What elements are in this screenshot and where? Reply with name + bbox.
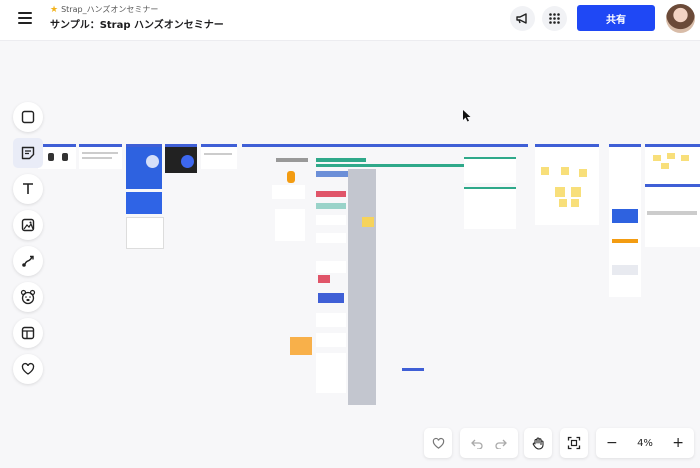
hamburger-menu-icon[interactable] — [18, 12, 32, 24]
board-frame[interactable] — [38, 144, 76, 169]
breadcrumb[interactable]: ★ Strap_ハンズオンセミナー — [50, 4, 158, 15]
image-tool[interactable] — [13, 210, 43, 240]
mouse-cursor-icon — [463, 110, 471, 122]
zoom-control: − 4% + — [596, 428, 694, 458]
board-frame[interactable] — [79, 144, 122, 169]
top-bar: ★ Strap_ハンズオンセミナー サンプル：Strap ハンズオンセミナー 共… — [0, 0, 700, 41]
slide-thumbnail[interactable] — [126, 171, 162, 189]
reaction-button[interactable] — [424, 428, 452, 458]
sticky-note-tool[interactable] — [13, 138, 43, 168]
zoom-in-button[interactable]: + — [672, 435, 684, 451]
connector-tool[interactable] — [13, 246, 43, 276]
template-tool[interactable] — [13, 318, 43, 348]
board-frame[interactable] — [165, 144, 197, 173]
slide-thumbnail[interactable] — [126, 192, 162, 214]
announcement-button[interactable] — [510, 6, 535, 31]
text-icon — [23, 183, 33, 194]
heart-icon — [21, 362, 35, 375]
fit-to-screen-button[interactable] — [560, 428, 588, 458]
apps-button[interactable] — [542, 6, 567, 31]
grid-dots-icon — [549, 13, 560, 24]
board-frame[interactable] — [645, 144, 700, 187]
undo-redo-group — [460, 428, 518, 458]
text-tool[interactable] — [13, 174, 43, 204]
redo-button[interactable] — [495, 434, 508, 453]
board-frame[interactable] — [609, 144, 641, 297]
board-frame[interactable] — [645, 184, 700, 247]
fit-screen-icon — [567, 436, 581, 450]
star-icon: ★ — [50, 4, 59, 15]
board-frame[interactable] — [201, 144, 237, 169]
shape-tool[interactable] — [13, 102, 43, 132]
breadcrumb-folder[interactable]: Strap_ハンズオンセミナー — [61, 4, 158, 15]
undo-icon — [471, 439, 483, 450]
slide-thumbnail[interactable] — [126, 217, 164, 249]
square-icon — [21, 110, 35, 124]
board-frame[interactable] — [242, 144, 528, 407]
sticky-note-icon — [21, 146, 35, 160]
stamp-tool[interactable] — [13, 282, 43, 312]
undo-button[interactable] — [470, 434, 483, 453]
share-button[interactable]: 共有 — [577, 5, 655, 31]
redo-icon — [495, 439, 507, 450]
bear-icon — [20, 289, 36, 305]
megaphone-icon — [516, 13, 527, 24]
board-frame[interactable] — [535, 144, 599, 225]
zoom-out-button[interactable]: − — [606, 435, 618, 451]
image-icon — [21, 218, 35, 232]
connector-icon — [22, 255, 34, 267]
hand-tool-button[interactable] — [524, 428, 552, 458]
board-frame[interactable] — [126, 144, 162, 173]
template-icon — [21, 326, 35, 340]
zoom-level[interactable]: 4% — [637, 438, 653, 449]
heart-icon — [432, 437, 444, 449]
hand-icon — [532, 437, 544, 450]
board-title[interactable]: サンプル：Strap ハンズオンセミナー — [50, 16, 224, 31]
user-avatar[interactable] — [666, 4, 695, 33]
reaction-tool[interactable] — [13, 354, 43, 384]
board-canvas[interactable] — [0, 41, 700, 421]
